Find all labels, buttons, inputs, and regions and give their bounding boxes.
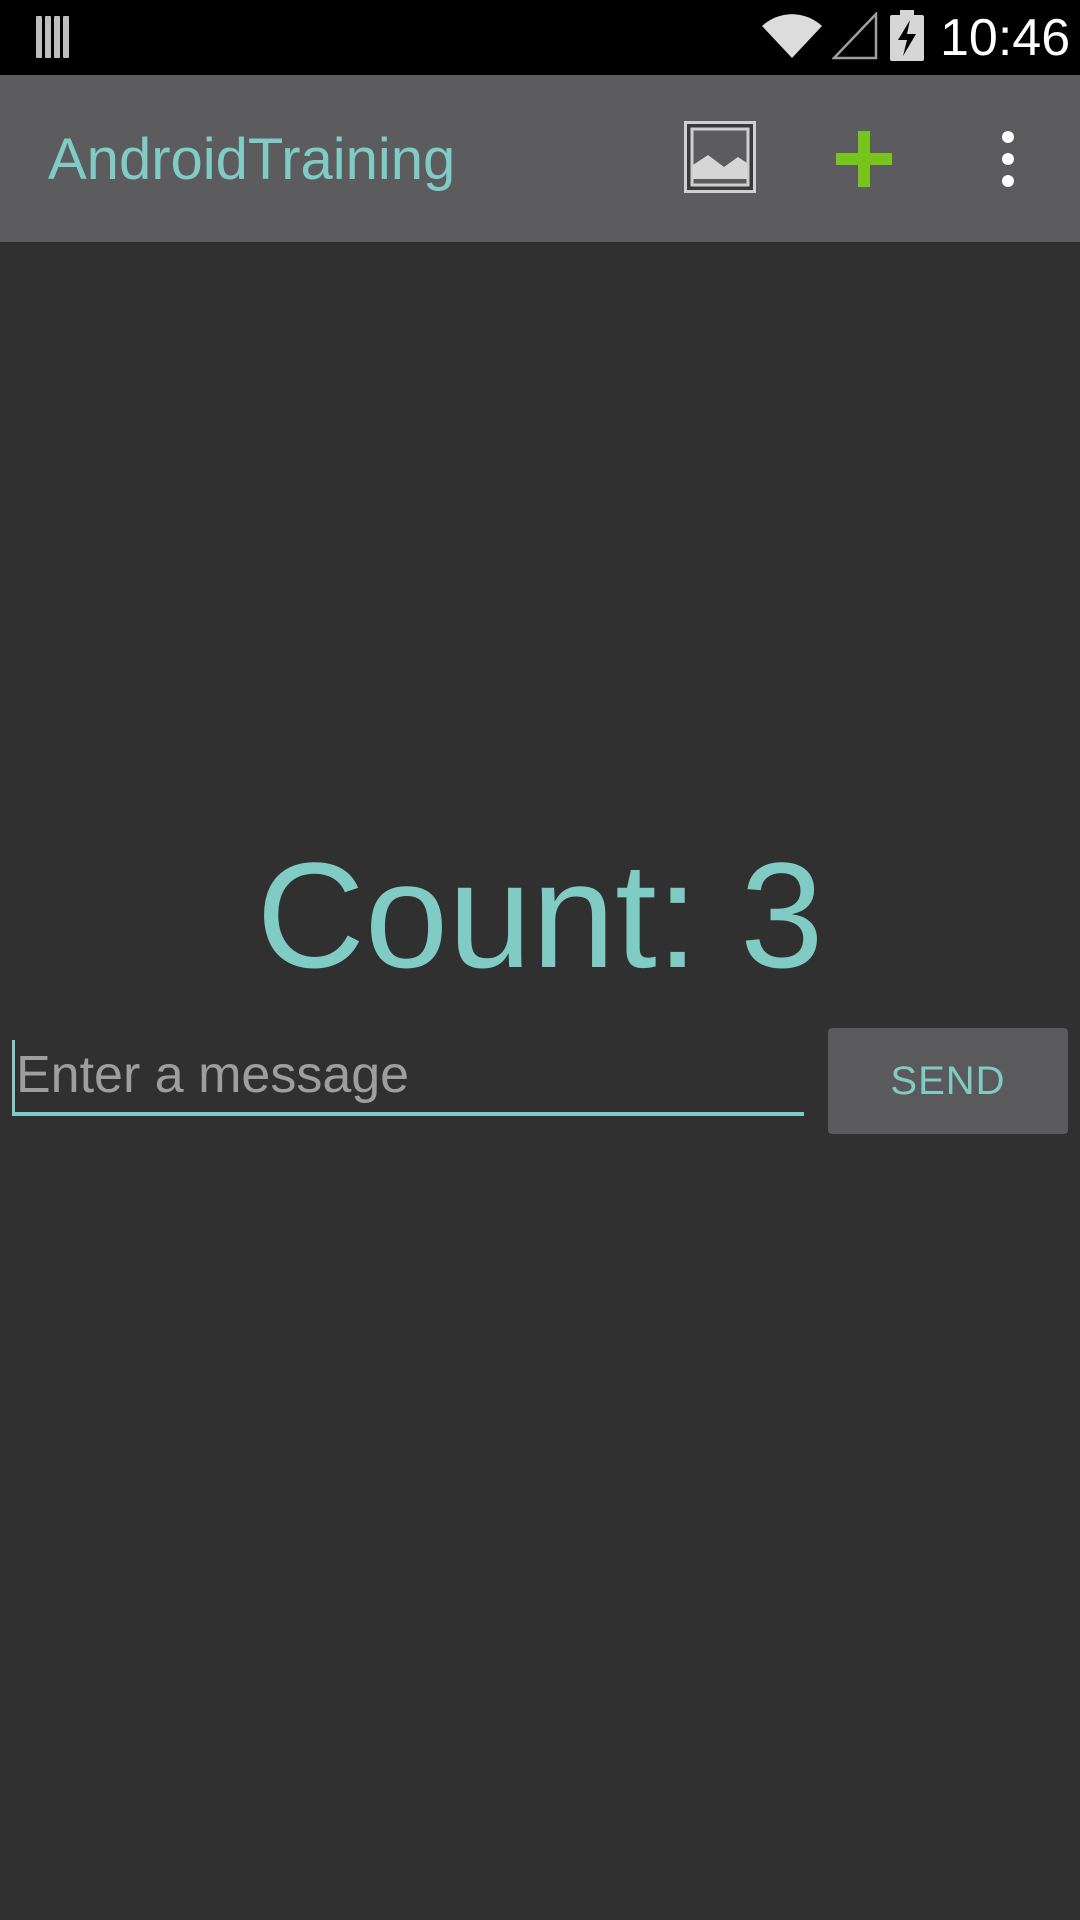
status-bar: 10:46 [0, 0, 1080, 75]
message-input[interactable] [12, 1038, 804, 1116]
battery-charging-icon [890, 10, 924, 61]
text-cursor [12, 1040, 15, 1112]
overflow-menu-icon[interactable] [996, 129, 1020, 189]
signal-icon [832, 12, 878, 60]
image-icon[interactable] [684, 121, 756, 193]
app-title: AndroidTraining [48, 127, 456, 192]
wifi-icon [762, 14, 822, 58]
action-bar: AndroidTraining [0, 75, 1080, 242]
status-time: 10:46 [940, 9, 1071, 67]
count-label: Count: 3 [256, 831, 824, 999]
barcode-icon [36, 16, 69, 58]
add-icon[interactable] [834, 129, 894, 189]
send-button[interactable]: SEND [828, 1028, 1068, 1134]
